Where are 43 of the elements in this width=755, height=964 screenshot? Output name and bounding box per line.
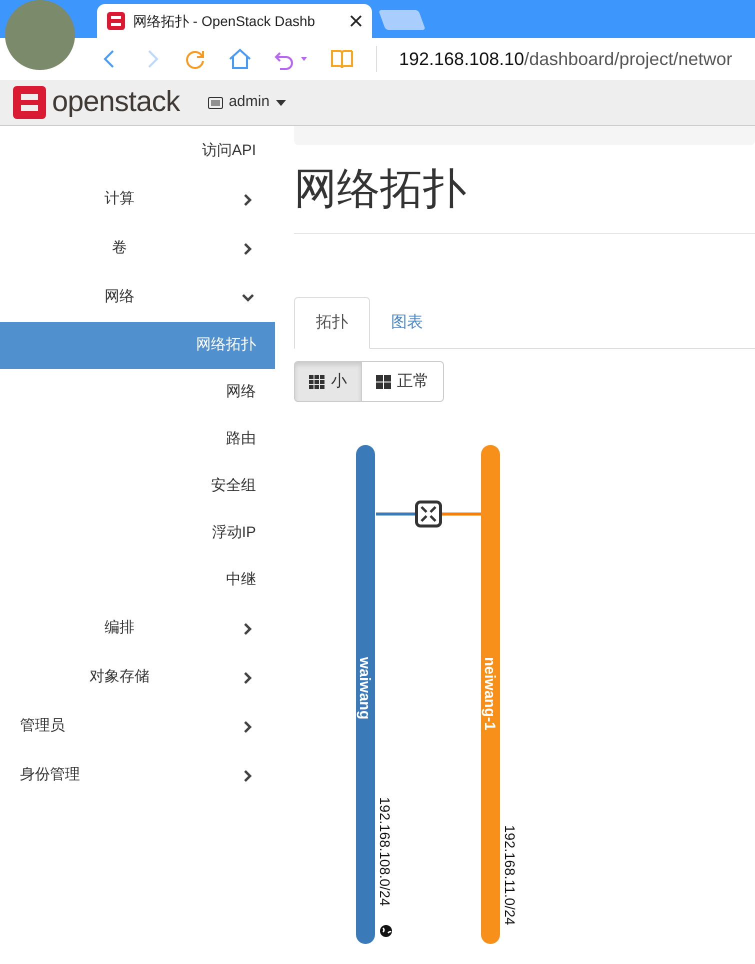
brand-name[interactable]: openstack [52,88,180,117]
openstack-logo-icon [13,86,46,119]
globe-icon [380,925,392,937]
browser-tab[interactable]: 网络拓扑 - OpenStack Dashb [97,4,372,38]
network-bar[interactable] [481,445,500,944]
openstack-logo-icon [107,12,125,30]
network-name: waiwang [356,657,373,720]
sidebar-section[interactable]: 身份管理 [0,764,275,787]
size-toggle-button[interactable]: 正常 [362,361,444,402]
page-title: 网络拓扑 [294,168,466,210]
network-link [440,512,481,516]
sidebar-link[interactable]: 路由 [0,416,275,463]
close-icon[interactable] [350,15,362,27]
home-icon[interactable] [228,48,252,70]
grid-small-icon [309,374,325,388]
router-icon[interactable] [415,500,442,528]
sidebar-group[interactable]: 编排 [0,617,275,640]
sidebar-group[interactable]: 计算 [0,188,275,211]
grid-large-icon [376,374,391,388]
sidebar-section[interactable]: 管理员 [0,715,275,738]
tab-title: 网络拓扑 - OpenStack Dashb [133,12,316,31]
network-link [376,512,416,516]
reload-icon[interactable] [184,48,206,70]
tab[interactable]: 拓扑 [294,297,370,349]
subnet-cidr: 192.168.11.0/24 [502,825,518,926]
sidebar-group[interactable]: 网络 [0,286,275,309]
list-icon [208,96,223,108]
project-dropdown[interactable]: admin [208,91,286,114]
sidebar-link[interactable]: 安全组 [0,463,275,510]
sidebar-link[interactable]: 中继 [0,557,275,604]
subnet-cidr: 192.168.108.0/24 [377,797,393,906]
sidebar-link[interactable]: 访问API [0,128,275,175]
sidebar-group[interactable]: 卷 [0,237,275,260]
sidebar-link[interactable]: 网络 [0,369,275,416]
sidebar-group[interactable]: 对象存储 [0,666,275,689]
sidebar-link[interactable]: 浮动IP [0,510,275,557]
size-toggle-button[interactable]: 小 [294,361,362,402]
book-icon[interactable] [330,48,354,70]
network-name: neiwang-1 [481,657,498,730]
tab[interactable]: 图表 [370,297,444,349]
network-bar[interactable] [356,445,375,944]
caret-icon [276,100,286,106]
address-bar[interactable]: 192.168.108.10/dashboard/project/networ [399,46,732,72]
